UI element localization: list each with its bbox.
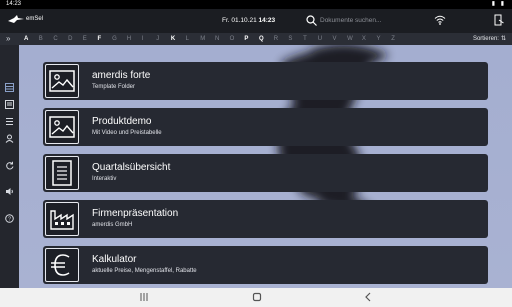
alphabet-letter-k[interactable]: K xyxy=(171,33,186,45)
card-thumbnail xyxy=(45,202,79,236)
alphabet-letter-m[interactable]: M xyxy=(200,33,215,45)
card-subtitle: Interaktiv xyxy=(92,176,117,182)
bird-logo-icon xyxy=(8,15,24,23)
alphabet-letter-u[interactable]: U xyxy=(318,33,333,45)
logout-icon[interactable] xyxy=(494,14,504,26)
app-logo[interactable]: emSel xyxy=(8,15,43,23)
card-subtitle: amerdis GmbH xyxy=(92,222,133,228)
status-system-icons: ▮ ▮ xyxy=(491,1,506,7)
alphabet-filter-bar: » ABCDEFGHIJKLMNOPQRSTUVWXYZ Sortieren: … xyxy=(0,33,512,45)
alphabet-letter-n[interactable]: N xyxy=(215,33,230,45)
card-thumbnail xyxy=(45,64,79,98)
card-thumbnail xyxy=(45,248,79,282)
alphabet-letter-y[interactable]: Y xyxy=(377,33,392,45)
alphabet-letter-s[interactable]: S xyxy=(288,33,303,45)
search-box[interactable]: Dokumente suchen... xyxy=(306,13,416,28)
card-title: amerdis forte xyxy=(92,70,151,81)
document-card-kalkulator[interactable]: Kalkulator aktuelle Preise, Mengenstaffe… xyxy=(43,246,488,284)
alphabet-letter-o[interactable]: O xyxy=(230,33,245,45)
alphabet-letter-x[interactable]: X xyxy=(362,33,377,45)
card-title: Produktdemo xyxy=(92,116,152,127)
card-subtitle: Mit Video und Preistabelle xyxy=(92,130,162,136)
document-card-quartalsuebersicht[interactable]: Quartalsübersicht Interaktiv xyxy=(43,154,488,192)
grid-view-icon[interactable] xyxy=(5,83,14,92)
user-icon[interactable] xyxy=(5,134,14,143)
help-icon[interactable]: ? xyxy=(5,214,14,223)
card-title: Kalkulator xyxy=(92,254,137,265)
status-time: 14:23 xyxy=(6,1,22,7)
expand-rail-icon[interactable]: » xyxy=(6,34,10,44)
alphabet-letter-z[interactable]: Z xyxy=(391,33,406,45)
wifi-icon[interactable] xyxy=(434,15,446,25)
search-icon xyxy=(306,15,317,26)
svg-text:?: ? xyxy=(8,217,11,223)
image-icon xyxy=(49,70,75,92)
system-status-bar: 14:23 ▮ ▮ xyxy=(0,0,512,9)
alphabet-letter-f[interactable]: F xyxy=(97,33,112,45)
card-subtitle: aktuelle Preise, Mengenstaffel, Rabatte xyxy=(92,268,197,274)
alphabet-letter-w[interactable]: W xyxy=(347,33,362,45)
alphabet-letter-l[interactable]: L xyxy=(186,33,201,45)
alphabet-letter-e[interactable]: E xyxy=(83,33,98,45)
sort-label: Sortieren: xyxy=(472,36,499,42)
list-view-icon[interactable] xyxy=(5,117,14,126)
alphabet-letter-j[interactable]: J xyxy=(156,33,171,45)
document-card-amerdis-forte[interactable]: amerdis forte Template Folder xyxy=(43,62,488,100)
app-name: emSel xyxy=(26,16,44,22)
euro-icon xyxy=(51,254,70,276)
search-input[interactable]: Dokumente suchen... xyxy=(320,17,381,24)
alphabet-letter-h[interactable]: H xyxy=(127,33,142,45)
card-title: Firmenpräsentation xyxy=(92,208,179,219)
alphabet-letter-b[interactable]: B xyxy=(39,33,54,45)
header-time: 14:23 xyxy=(258,17,276,24)
back-icon[interactable] xyxy=(364,292,372,302)
alphabet-letter-c[interactable]: C xyxy=(53,33,68,45)
sort-arrows-icon: ⇅ xyxy=(500,36,506,42)
card-thumbnail xyxy=(45,156,79,190)
system-navigation-bar xyxy=(0,288,512,307)
alphabet-letter-t[interactable]: T xyxy=(303,33,318,45)
alphabet-letter-d[interactable]: D xyxy=(68,33,83,45)
sort-control[interactable]: Sortieren: ⇅ xyxy=(473,33,506,45)
recent-apps-icon[interactable] xyxy=(140,292,148,302)
sync-icon[interactable] xyxy=(5,161,14,170)
alphabet-letter-r[interactable]: R xyxy=(274,33,289,45)
image-icon xyxy=(49,116,75,138)
alphabet-letter-q[interactable]: Q xyxy=(259,33,274,45)
header-date: Fr. 01.10.21 xyxy=(222,17,257,24)
alphabet-letter-a[interactable]: A xyxy=(24,33,39,45)
alphabet-letter-i[interactable]: I xyxy=(142,33,157,45)
volume-icon[interactable] xyxy=(5,187,14,196)
factory-icon xyxy=(50,210,74,230)
left-nav-rail: ? xyxy=(0,45,19,288)
document-card-firmenpraesentation[interactable]: Firmenpräsentation amerdis GmbH xyxy=(43,200,488,238)
card-thumbnail xyxy=(45,110,79,144)
alphabet-letter-v[interactable]: V xyxy=(332,33,347,45)
alphabet-letter-g[interactable]: G xyxy=(112,33,127,45)
document-list-icon[interactable] xyxy=(5,100,14,109)
card-subtitle: Template Folder xyxy=(92,84,136,90)
header-datetime: Fr. 01.10.21 14:23 xyxy=(222,17,275,24)
document-icon xyxy=(52,160,72,186)
card-title: Quartalsübersicht xyxy=(92,162,171,173)
app-header: emSel Fr. 01.10.21 14:23 Dokumente suche… xyxy=(0,9,512,33)
home-icon[interactable] xyxy=(252,292,262,302)
document-card-produktdemo[interactable]: Produktdemo Mit Video und Preistabelle xyxy=(43,108,488,146)
alphabet-letter-p[interactable]: P xyxy=(244,33,259,45)
alphabet-letters: ABCDEFGHIJKLMNOPQRSTUVWXYZ xyxy=(24,33,406,45)
